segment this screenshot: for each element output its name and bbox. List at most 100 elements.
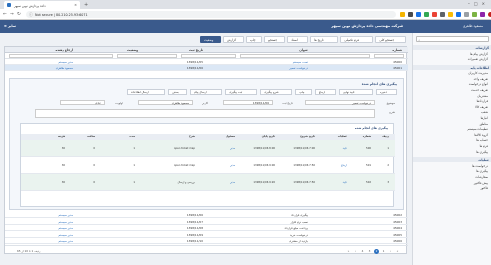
cell-ref[interactable]: مدیر سیستم xyxy=(58,60,73,64)
cell-ref[interactable]: مسعود طاهری xyxy=(56,66,73,70)
filter-input[interactable] xyxy=(181,54,236,58)
table-row[interactable]: 45005 درخواست خرید 1398/11/09 مدیر سیستم xyxy=(5,232,408,238)
sidebar-item[interactable]: انواع درخواست xyxy=(469,82,488,86)
column-header[interactable]: مسئول xyxy=(226,135,235,138)
sidebar-item[interactable]: شعب xyxy=(481,110,488,114)
bookmark-star-icon[interactable] xyxy=(400,12,405,17)
cell-title[interactable]: درخواست خرید xyxy=(290,233,308,237)
sidebar-item[interactable]: گزارش تعمیرات xyxy=(468,57,488,61)
column-header[interactable]: شماره xyxy=(392,48,402,52)
window-controls[interactable]: –□× xyxy=(468,1,489,6)
cell-title[interactable]: نصب نرم افزار xyxy=(290,220,308,224)
cell-op[interactable]: ارجاع xyxy=(341,164,347,167)
page-button[interactable]: 3 xyxy=(367,249,372,254)
detail-action-button[interactable]: شرح پیگیری xyxy=(260,89,293,95)
cell-ref[interactable]: مدیر سیستم xyxy=(58,226,73,230)
column-header[interactable]: وضعیت xyxy=(127,48,138,52)
extension-icon[interactable] xyxy=(440,12,445,17)
column-header[interactable]: ردیف xyxy=(382,135,389,138)
detail-action-button[interactable]: ارسال اطلاعات xyxy=(126,89,166,95)
sidebar-item[interactable]: فرم ها xyxy=(480,144,488,148)
cell-title[interactable]: درخواست تعمیر xyxy=(289,66,308,70)
column-header[interactable]: شرح xyxy=(189,135,195,138)
info-icon[interactable]: ⓘ xyxy=(29,12,33,18)
cell-ref[interactable]: مدیر سیستم xyxy=(58,213,73,217)
extension-icon[interactable] xyxy=(448,12,453,17)
page-button[interactable]: 1 xyxy=(381,249,386,254)
cell-title[interactable]: تست سیستم xyxy=(293,60,308,64)
page-button[interactable]: 4 xyxy=(360,249,365,254)
sidebar-search-input[interactable]: ⌕ xyxy=(416,36,489,42)
detail-action-button[interactable]: چاپ xyxy=(295,89,312,95)
browser-tab[interactable]: داده پردازش نوین سپهر × xyxy=(4,1,80,9)
table-row[interactable]: 45002 پیگیری قرارداد 1398/11/06 مدیر سیستم xyxy=(5,212,408,218)
back-icon[interactable]: ← xyxy=(3,12,7,17)
extension-icon[interactable] xyxy=(456,12,461,17)
table-row[interactable]: 45004 پرداخت مبلغ قرارداد 1398/11/08 مدیر س… xyxy=(5,225,408,231)
toolbar-button[interactable]: جستجو xyxy=(264,36,286,43)
toolbar-button[interactable]: فرم تکمیلی xyxy=(340,36,374,43)
reload-icon[interactable]: ↻ xyxy=(17,12,21,17)
sidebar-item[interactable]: پیگیری ها xyxy=(476,150,488,154)
extension-icon[interactable] xyxy=(464,12,469,17)
detail-action-button[interactable]: ارسال پیام xyxy=(190,89,223,95)
sidebar-item[interactable]: تعریف واحد xyxy=(473,77,488,81)
sidebar-item[interactable]: قراردادها xyxy=(477,99,488,103)
subgrid-row[interactable]: 1 500 تایید 1398/11/06 7:00 1398/11/06 8:00 م… xyxy=(21,140,395,157)
toolbar-button[interactable]: اسناد xyxy=(287,36,309,43)
header-left-menu[interactable]: ≡ سایر xyxy=(4,24,16,28)
sidebar-item[interactable]: گروه کالاها xyxy=(474,133,488,137)
toolbar-button[interactable]: گزارش xyxy=(223,36,244,43)
forward-icon[interactable]: → xyxy=(10,12,14,17)
column-header[interactable]: ساعت xyxy=(87,135,95,138)
sidebar-item[interactable]: مناطق xyxy=(480,122,488,126)
subgrid-row[interactable]: 3 502 تایید 1398/11/06 7:50 1398/11/06 9:20 م… xyxy=(21,174,395,191)
sidebar-item[interactable]: مدیریت کاربران xyxy=(468,71,488,75)
sidebar-item[interactable]: گزارش پیام ها xyxy=(470,52,488,56)
sidebar-section[interactable]: اطلاعات پایه xyxy=(413,64,491,70)
toolbar-button[interactable]: تاریخ ها xyxy=(310,36,339,43)
sidebar-item[interactable]: درخواست ها xyxy=(472,164,488,168)
sidebar-item[interactable]: تنظیمات سیستم xyxy=(467,127,488,131)
column-header[interactable]: تاریخ شروع xyxy=(300,135,315,138)
column-header[interactable]: عنوان xyxy=(299,48,308,52)
page-button[interactable]: » xyxy=(346,249,351,254)
subgrid-row[interactable]: 2 501 ارجاع 1398/11/06 7:50 1398/11/06 9:00 م… xyxy=(21,157,395,174)
url-input[interactable]: ⓘ Not secure | 80.210.25.93:6071 xyxy=(26,11,396,18)
table-row-selected[interactable]: 45001 درخواست تعمیر 1398/11/06 مسعود طاه… xyxy=(5,65,408,71)
extension-icon[interactable] xyxy=(480,12,485,17)
new-tab-icon[interactable]: + xyxy=(84,2,88,8)
detail-action-button[interactable]: ثبت پیگیری xyxy=(225,89,258,95)
cell-ref[interactable]: مدیر سیستم xyxy=(58,220,73,224)
extension-icon[interactable] xyxy=(432,12,437,17)
cell-ref[interactable]: مدیر سیستم xyxy=(58,233,73,237)
sidebar-section[interactable]: گزارشات xyxy=(413,45,491,50)
filter-input[interactable] xyxy=(374,54,404,58)
detail-action-button[interactable]: تایید نهایی xyxy=(338,89,373,95)
sidebar-item[interactable]: فاکتور xyxy=(480,186,488,190)
column-header[interactable]: عملیات xyxy=(338,135,347,138)
column-header[interactable]: شماره xyxy=(363,135,371,138)
detail-action-button[interactable]: بستن xyxy=(168,89,188,95)
toolbar-button[interactable]: وضعیت xyxy=(200,36,221,43)
sidebar-item[interactable]: تعریف کالا xyxy=(475,105,488,109)
cell-op[interactable]: تایید xyxy=(343,181,347,184)
cell-title[interactable]: بازدید از مشتری xyxy=(289,239,308,243)
description-field[interactable] xyxy=(35,109,375,118)
cell-ref[interactable]: مدیر سیستم xyxy=(58,239,73,243)
toolbar-button[interactable]: جستجو کلی xyxy=(375,36,406,43)
page-current[interactable]: 2 xyxy=(374,248,379,254)
cell-title[interactable]: پیگیری قرارداد xyxy=(291,213,308,217)
extension-icon[interactable] xyxy=(416,12,421,17)
filter-input[interactable] xyxy=(240,54,370,58)
sidebar-item[interactable]: تعریف خدمت xyxy=(471,88,488,92)
sidebar-item[interactable]: مشتریان xyxy=(477,94,488,98)
extension-icon[interactable] xyxy=(408,12,413,17)
detail-action-button[interactable]: ارجاع xyxy=(314,89,336,95)
sidebar-item[interactable]: پیگیری ها xyxy=(476,169,488,173)
column-header[interactable]: تاریخ پایان xyxy=(262,135,275,138)
sidebar-item[interactable]: حساب ها xyxy=(476,138,488,142)
extension-icon[interactable] xyxy=(472,12,477,17)
extension-icon[interactable] xyxy=(424,12,429,17)
page-button[interactable]: › xyxy=(353,249,358,254)
